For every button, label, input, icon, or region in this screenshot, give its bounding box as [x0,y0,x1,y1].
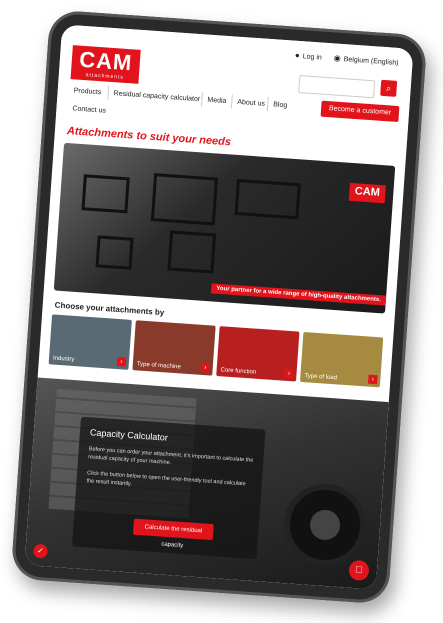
calculator-text: Before you can order your attachment, it… [87,446,254,467]
hero-logo: CAM [348,182,386,204]
chat-icon: □ [355,564,363,576]
choose-title: Choose your attachments by [54,300,165,318]
login-label: Log in [302,53,323,62]
cookie-settings-button[interactable]: ✓ [33,543,49,559]
tablet-frame: CAM attachments ● Log in ◉ Belgium (Englis… [10,9,428,605]
utility-bar: ● Log in ◉ Belgium (English) [295,51,399,67]
card-label: Industry [52,355,75,364]
chevron-right-icon: › [284,368,294,379]
attachment-image [81,174,130,214]
nav-media[interactable]: Media [207,97,227,105]
nav-divider [266,96,269,111]
card-type-of-machine[interactable]: Type of machine › [132,320,216,376]
card-label: Type of load [304,373,338,382]
card-label: Core function [220,367,257,376]
check-icon: ✓ [36,545,45,556]
attachment-image [234,178,301,220]
site-header: CAM attachments ● Log in ◉ Belgium (Englis… [55,24,414,141]
nav-about[interactable]: About us [237,99,265,108]
globe-icon: ◉ [333,53,342,63]
logo-text: CAM [78,46,134,76]
hero-banner: CAM Your partner for a wide range of hig… [53,142,396,314]
region-label: Belgium (English) [343,56,399,67]
user-icon: ● [294,50,301,61]
chevron-right-icon: › [368,374,378,385]
nav-products[interactable]: Products [73,87,101,96]
card-label: Type of machine [136,361,181,371]
wheel-hub [309,508,342,541]
nav-contact[interactable]: Contact us [72,105,106,114]
attachment-image [150,173,219,226]
calculate-button[interactable]: Calculate the residual capacity [132,518,214,549]
nav-divider [200,92,203,107]
hero-tagline: Your partner for a wide range of high-qu… [211,283,387,306]
calculator-text: Click the button below to open the user-… [86,470,246,488]
cam-logo[interactable]: CAM attachments [70,45,141,84]
calculator-section: Capacity Calculator Before you can order… [24,377,389,590]
chevron-right-icon: › [200,362,211,373]
card-core-function[interactable]: Core function › [216,326,300,382]
chevron-right-icon: › [116,357,127,367]
attachment-image [167,230,217,274]
search-icon: ⌕ [385,83,392,94]
nav-residual-calculator[interactable]: Residual capacity calculator [113,90,200,103]
chat-button[interactable]: □ [348,559,370,582]
category-cards: Industry › Type of machine › Core functi… [48,314,384,388]
calculator-title: Capacity Calculator [89,427,169,443]
wheel-image [281,481,369,569]
search-button[interactable]: ⌕ [380,79,398,97]
nav-divider [107,85,110,100]
card-type-of-load[interactable]: Type of load › [299,331,384,388]
tablet-screen: CAM attachments ● Log in ◉ Belgium (Englis… [24,24,414,590]
become-customer-button[interactable]: Become a customer [320,100,400,123]
nav-blog[interactable]: Blog [273,101,287,109]
attachment-image [95,235,134,270]
region-selector[interactable]: ◉ Belgium (English) [333,53,398,67]
search-input[interactable] [298,75,376,99]
main-nav: Products Residual capacity calculator Me… [73,85,289,111]
nav-divider [230,94,233,109]
login-link[interactable]: ● Log in [295,51,322,62]
card-industry[interactable]: Industry › [48,314,132,370]
calculator-box: Capacity Calculator Before you can order… [71,416,266,560]
